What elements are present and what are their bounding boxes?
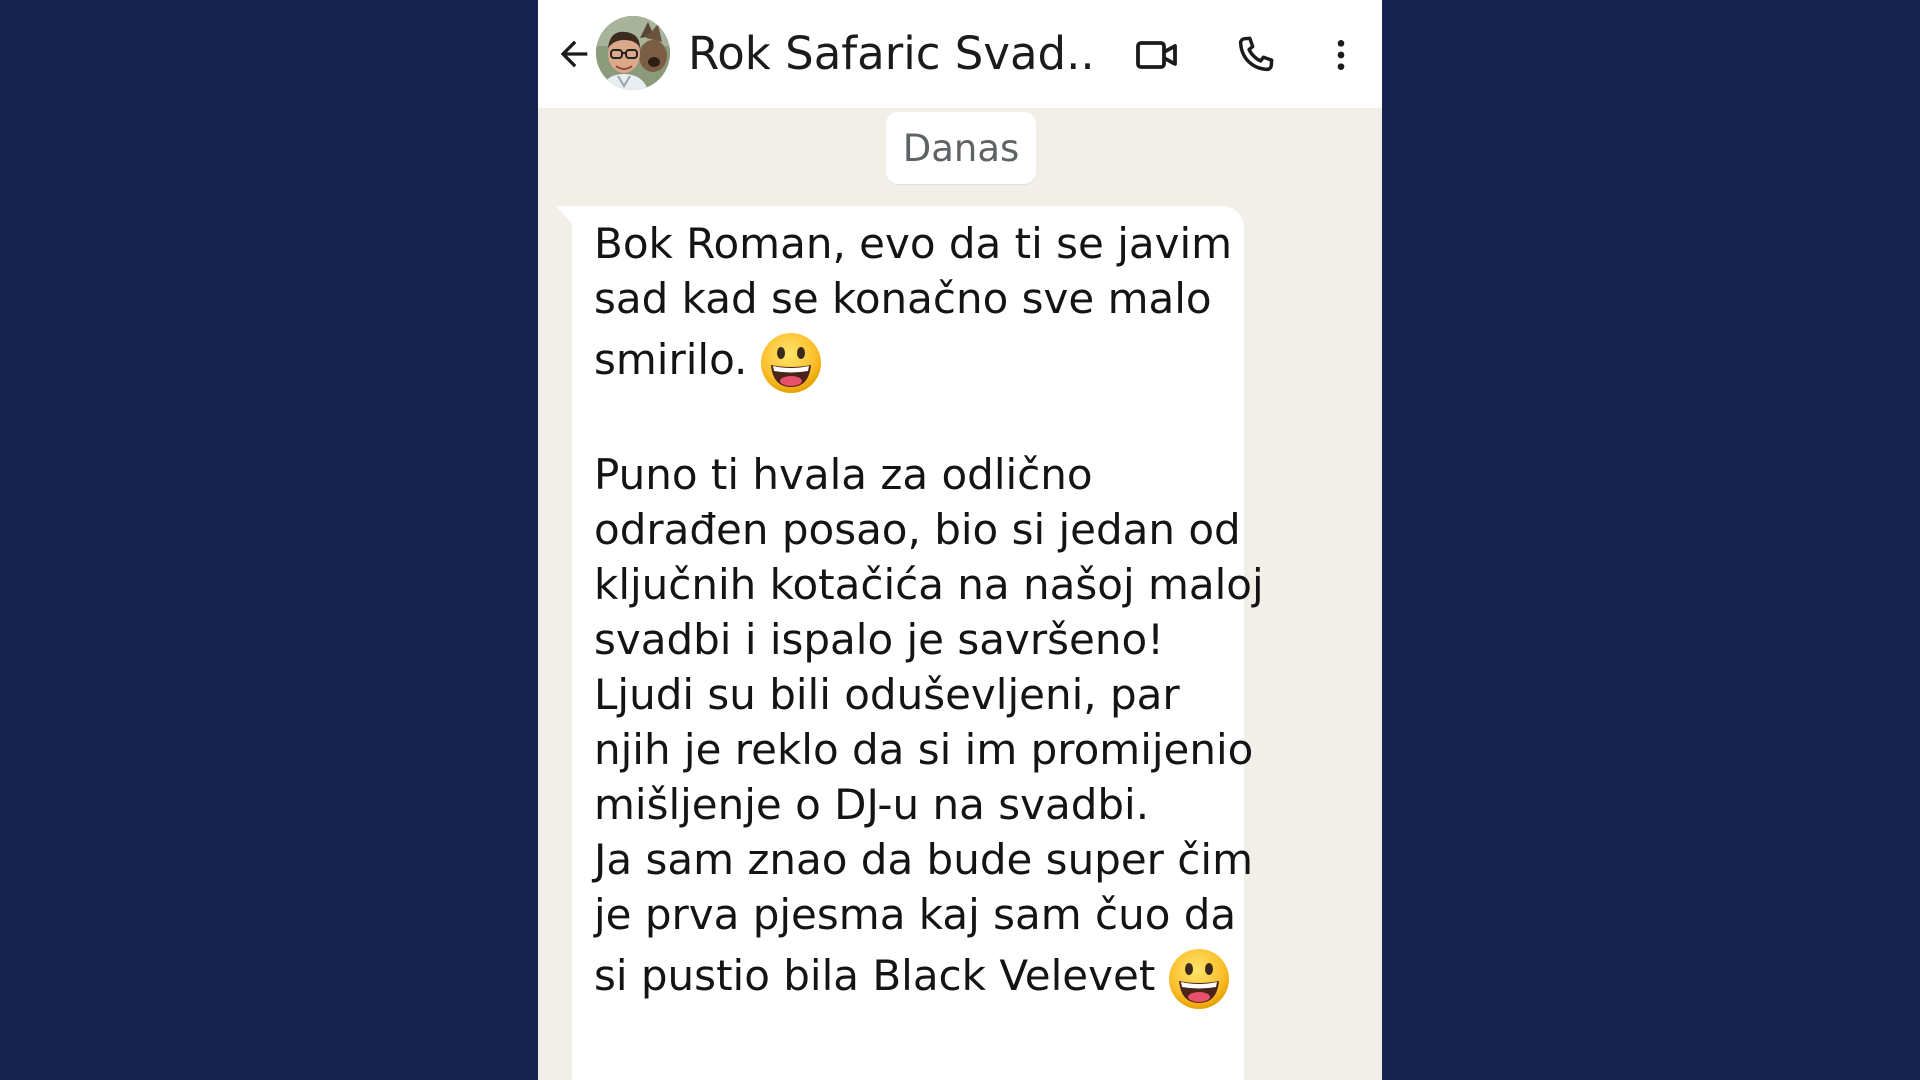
voice-call-button[interactable] bbox=[1228, 28, 1282, 82]
grinning-face-emoji bbox=[1169, 948, 1230, 1009]
message-line: mišljenje o DJ-u na svadbi. bbox=[594, 780, 1150, 829]
message-line: Ja sam znao da bude super čim bbox=[594, 835, 1253, 884]
video-call-button[interactable] bbox=[1130, 28, 1184, 82]
chat-window: Rok Safaric Svad... Danas Bok Roman, evo… bbox=[538, 0, 1382, 1080]
back-button[interactable] bbox=[550, 30, 598, 78]
grinning-face-emoji bbox=[761, 332, 822, 393]
message-line-with-emoji: smirilo. bbox=[594, 326, 1244, 393]
chat-header: Rok Safaric Svad... bbox=[538, 0, 1382, 108]
phone-icon bbox=[1238, 36, 1274, 72]
message-line: svadbi i ispalo je savršeno! bbox=[594, 615, 1164, 664]
incoming-message-bubble[interactable]: Bok Roman, evo da ti se javim sad kad se… bbox=[572, 206, 1264, 1080]
message-line: njih je reklo da si im promijenio bbox=[594, 725, 1254, 774]
message-line: Bok Roman, evo da ti se javim bbox=[594, 219, 1233, 268]
message-line: Ljudi su bili oduševljeni, par bbox=[594, 670, 1180, 719]
message-line: odrađen posao, bio si jedan od bbox=[594, 505, 1241, 554]
message-line: Puno ti hvala za odlično bbox=[594, 450, 1093, 499]
message-line: je prva pjesma kaj sam čuo da bbox=[594, 890, 1237, 939]
message-line: si pustio bila Black Velevet bbox=[594, 951, 1156, 1000]
more-vertical-icon bbox=[1337, 40, 1345, 70]
message-text: Bok Roman, evo da ti se javim sad kad se… bbox=[594, 216, 1264, 1009]
video-camera-icon bbox=[1136, 41, 1177, 69]
message-line-with-emoji: si pustio bila Black Velevet bbox=[594, 942, 1244, 1009]
message-line: smirilo. bbox=[594, 335, 748, 384]
date-separator: Danas bbox=[886, 112, 1036, 184]
message-line: sad kad se konačno sve malo bbox=[594, 274, 1212, 323]
contact-name[interactable]: Rok Safaric Svad... bbox=[688, 24, 1098, 84]
message-line: ključnih kotačića na našoj maloj bbox=[594, 560, 1264, 609]
screen-background: Rok Safaric Svad... Danas Bok Roman, evo… bbox=[0, 0, 1920, 1080]
avatar[interactable] bbox=[596, 16, 670, 90]
arrow-left-icon bbox=[560, 40, 588, 68]
more-options-button[interactable] bbox=[1314, 28, 1368, 82]
